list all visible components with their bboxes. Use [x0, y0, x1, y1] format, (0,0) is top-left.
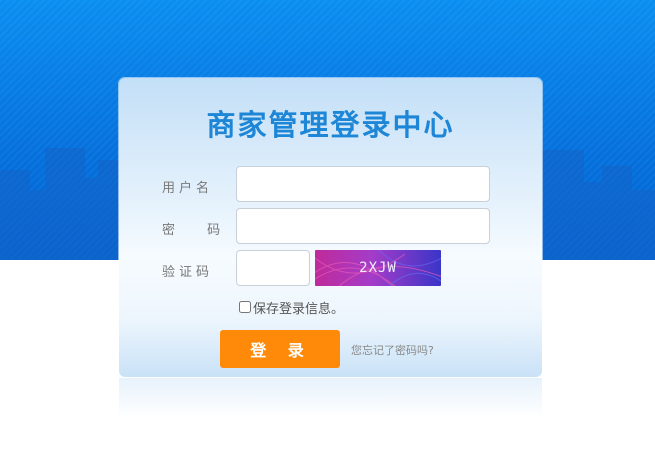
captcha-input[interactable]	[236, 250, 310, 286]
username-input[interactable]	[236, 166, 490, 202]
login-button[interactable]: 登 录	[220, 330, 340, 368]
page-title: 商家管理登录中心	[206, 108, 455, 142]
remember-checkbox[interactable]	[239, 301, 251, 313]
captcha-text: 2XJW	[359, 260, 397, 276]
username-label: 用户名	[162, 181, 214, 196]
remember-label: 保存登录信息。	[253, 301, 345, 317]
forgot-password-link[interactable]: 您忘记了密码吗?	[351, 342, 434, 358]
login-card: 商家管理登录中心 用户名 密 码 验证码 2XJW 保存登录信息。 登 录 您忘…	[119, 78, 542, 377]
captcha-image[interactable]: 2XJW	[315, 250, 441, 286]
password-input[interactable]	[236, 208, 490, 244]
captcha-label: 验证码	[162, 265, 214, 280]
password-label: 密 码	[162, 223, 235, 238]
card-reflection	[119, 378, 542, 418]
remember-option[interactable]: 保存登录信息。	[239, 299, 345, 317]
